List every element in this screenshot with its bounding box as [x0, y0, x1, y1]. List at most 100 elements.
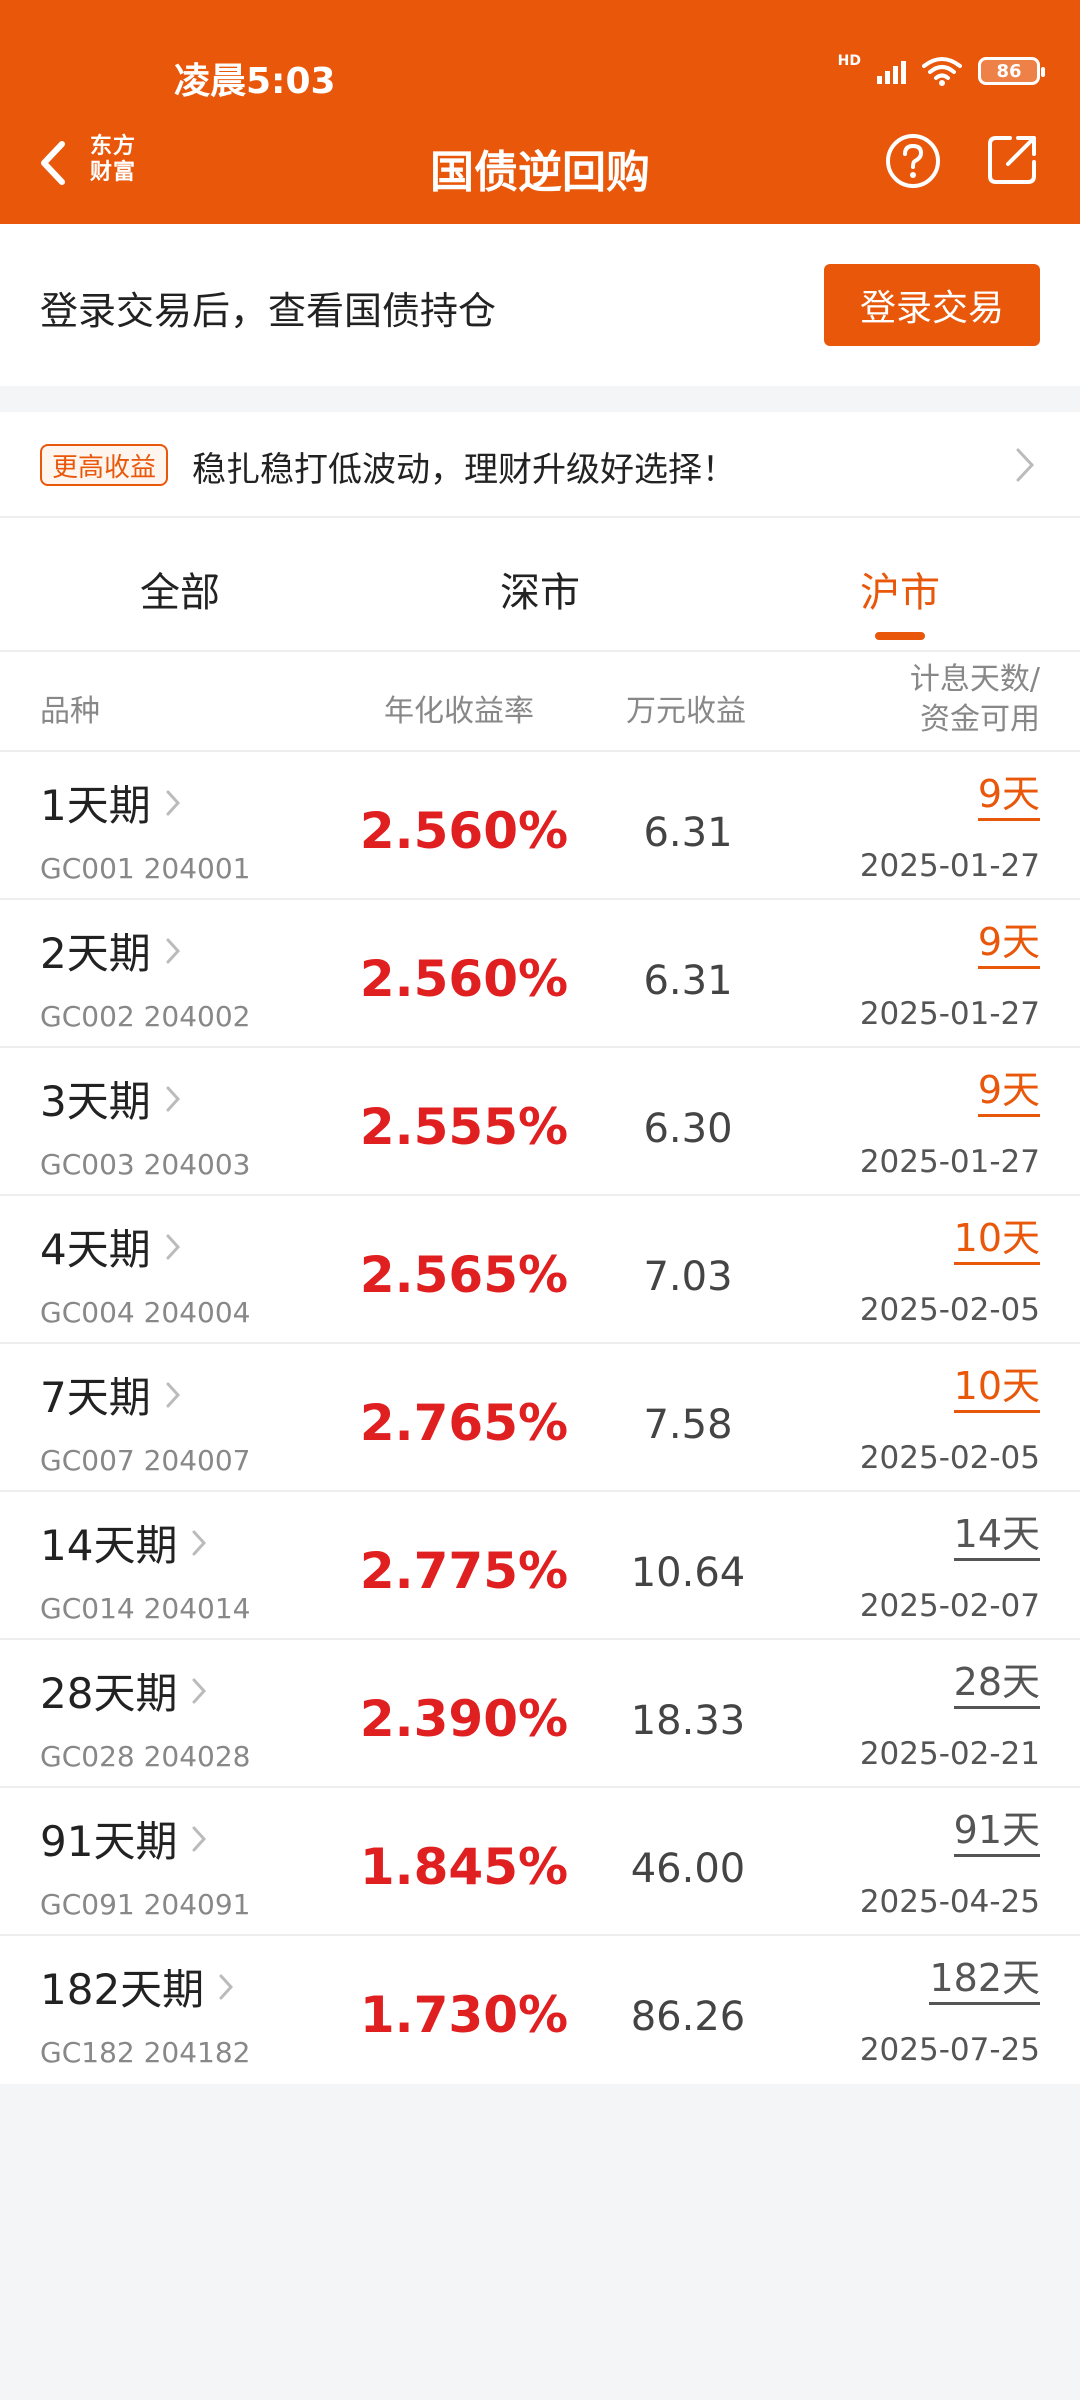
row-rate: 1.730%	[359, 1986, 569, 2044]
row-days: 182天	[929, 1956, 1040, 2005]
row-rate: 1.845%	[359, 1838, 569, 1896]
row-code: GC182 204182	[40, 2036, 251, 2069]
login-card: 登录交易后，查看国债持仓 登录交易	[0, 224, 1080, 386]
col-days-line1: 计息天数/	[909, 662, 1040, 697]
row-code: GC003 204003	[40, 1148, 251, 1181]
tab-shanghai[interactable]: 沪市	[720, 518, 1080, 650]
chevron-right-icon	[1016, 448, 1035, 482]
row-code: GC001 204001	[40, 852, 251, 885]
row-date: 2025-01-27	[859, 848, 1040, 884]
row-days: 91天	[953, 1808, 1040, 1857]
battery-icon: 86	[978, 57, 1045, 85]
table-row[interactable]: 3天期 GC003 204003 2.555% 6.30 9天 2025-01-…	[0, 1048, 1080, 1196]
col-rate[interactable]: 年化收益率	[384, 686, 534, 730]
row-rate: 2.560%	[359, 802, 569, 860]
market-tabs: 全部 深市 沪市	[0, 518, 1080, 650]
share-icon[interactable]	[984, 132, 1040, 188]
row-name-text: 2天期	[40, 929, 151, 978]
row-name: 1天期	[40, 772, 181, 833]
wifi-icon	[922, 57, 962, 86]
table-row[interactable]: 2天期 GC002 204002 2.560% 6.31 9天 2025-01-…	[0, 900, 1080, 1048]
table-row[interactable]: 4天期 GC004 204004 2.565% 7.03 10天 2025-02…	[0, 1196, 1080, 1344]
chevron-right-icon	[166, 938, 180, 963]
row-name: 182天期	[40, 1956, 234, 2017]
row-days: 28天	[953, 1660, 1040, 1709]
col-variety: 品种	[40, 694, 100, 729]
row-days: 14天	[953, 1512, 1040, 1561]
row-name-text: 7天期	[40, 1373, 151, 1422]
row-rate: 2.555%	[359, 1098, 569, 1156]
chevron-right-icon	[192, 1530, 207, 1555]
status-bar: 凌晨5:03 HD 86	[0, 0, 1080, 102]
help-icon[interactable]	[884, 132, 942, 190]
col-income[interactable]: 万元收益	[626, 686, 746, 730]
row-name: 4天期	[40, 1216, 181, 1277]
status-icons: HD 86	[837, 53, 1045, 86]
table-row[interactable]: 182天期 GC182 204182 1.730% 86.26 182天 202…	[0, 1936, 1080, 2084]
row-days: 10天	[953, 1216, 1040, 1265]
row-code: GC028 204028	[40, 1740, 251, 1773]
app-header: 凌晨5:03 HD 86 东方 财富 国债逆回购	[0, 0, 1080, 224]
row-date: 2025-07-25	[859, 2032, 1040, 2068]
login-prompt: 登录交易后，查看国债持仓	[40, 289, 497, 333]
chevron-right-icon	[166, 790, 180, 815]
row-income: 86.26	[630, 1994, 746, 2040]
row-days: 9天	[977, 920, 1040, 969]
row-name-text: 1天期	[40, 781, 151, 830]
promo-text: 稳扎稳打低波动，理财升级好选择！	[192, 450, 736, 490]
row-name: 28天期	[40, 1660, 207, 1721]
row-date: 2025-01-27	[859, 996, 1040, 1032]
row-code: GC014 204014	[40, 1592, 251, 1625]
promo-badge: 更高收益	[40, 444, 169, 486]
row-date: 2025-02-05	[859, 1292, 1040, 1328]
chevron-right-icon	[166, 1086, 180, 1111]
row-name-text: 3天期	[40, 1077, 151, 1126]
row-income: 7.58	[643, 1402, 733, 1448]
col-days[interactable]: 计息天数/ 资金可用	[910, 660, 1040, 740]
chevron-right-icon	[166, 1234, 180, 1259]
table-row[interactable]: 91天期 GC091 204091 1.845% 46.00 91天 2025-…	[0, 1788, 1080, 1936]
chevron-right-icon	[192, 1826, 207, 1851]
table-row[interactable]: 7天期 GC007 204007 2.765% 7.58 10天 2025-02…	[0, 1344, 1080, 1492]
row-date: 2025-02-21	[859, 1736, 1040, 1772]
row-date: 2025-01-27	[859, 1144, 1040, 1180]
login-trade-button[interactable]: 登录交易	[824, 264, 1040, 346]
tab-all[interactable]: 全部	[0, 518, 360, 650]
signal-icon	[877, 58, 906, 84]
row-income: 18.33	[630, 1698, 746, 1744]
row-name-text: 28天期	[40, 1669, 178, 1718]
row-income: 46.00	[630, 1846, 746, 1892]
table-header: 品种 年化收益率 万元收益 计息天数/ 资金可用	[0, 650, 1080, 752]
battery-level: 86	[996, 60, 1022, 82]
row-code: GC091 204091	[40, 1888, 251, 1921]
row-income: 6.31	[643, 810, 733, 856]
row-name: 91天期	[40, 1808, 207, 1869]
row-date: 2025-02-05	[859, 1440, 1040, 1476]
promo-banner[interactable]: 更高收益 稳扎稳打低波动，理财升级好选择！	[0, 412, 1080, 518]
row-name: 2天期	[40, 920, 181, 981]
row-rate: 2.765%	[359, 1394, 569, 1452]
nav-bar: 东方 财富 国债逆回购	[0, 100, 1080, 224]
table-row[interactable]: 1天期 GC001 204001 2.560% 6.31 9天 2025-01-…	[0, 752, 1080, 900]
row-code: GC004 204004	[40, 1296, 251, 1329]
row-code: GC002 204002	[40, 1000, 251, 1033]
row-days: 10天	[953, 1364, 1040, 1413]
row-income: 7.03	[643, 1254, 733, 1300]
row-code: GC007 204007	[40, 1444, 251, 1477]
chevron-right-icon	[219, 1974, 234, 1999]
hd-indicator: HD	[837, 53, 861, 69]
row-date: 2025-02-07	[859, 1588, 1040, 1624]
row-rate: 2.775%	[359, 1542, 569, 1600]
row-name: 14天期	[40, 1512, 207, 1573]
table-row[interactable]: 28天期 GC028 204028 2.390% 18.33 28天 2025-…	[0, 1640, 1080, 1788]
status-time: 凌晨5:03	[174, 61, 336, 102]
row-rate: 2.565%	[359, 1246, 569, 1304]
row-days: 9天	[977, 1068, 1040, 1117]
tab-shenzhen[interactable]: 深市	[360, 518, 720, 650]
row-date: 2025-04-25	[859, 1884, 1040, 1920]
row-name-text: 182天期	[40, 1965, 205, 2014]
row-name-text: 4天期	[40, 1225, 151, 1274]
row-income: 10.64	[630, 1550, 746, 1596]
table-row[interactable]: 14天期 GC014 204014 2.775% 10.64 14天 2025-…	[0, 1492, 1080, 1640]
row-name-text: 91天期	[40, 1817, 178, 1866]
